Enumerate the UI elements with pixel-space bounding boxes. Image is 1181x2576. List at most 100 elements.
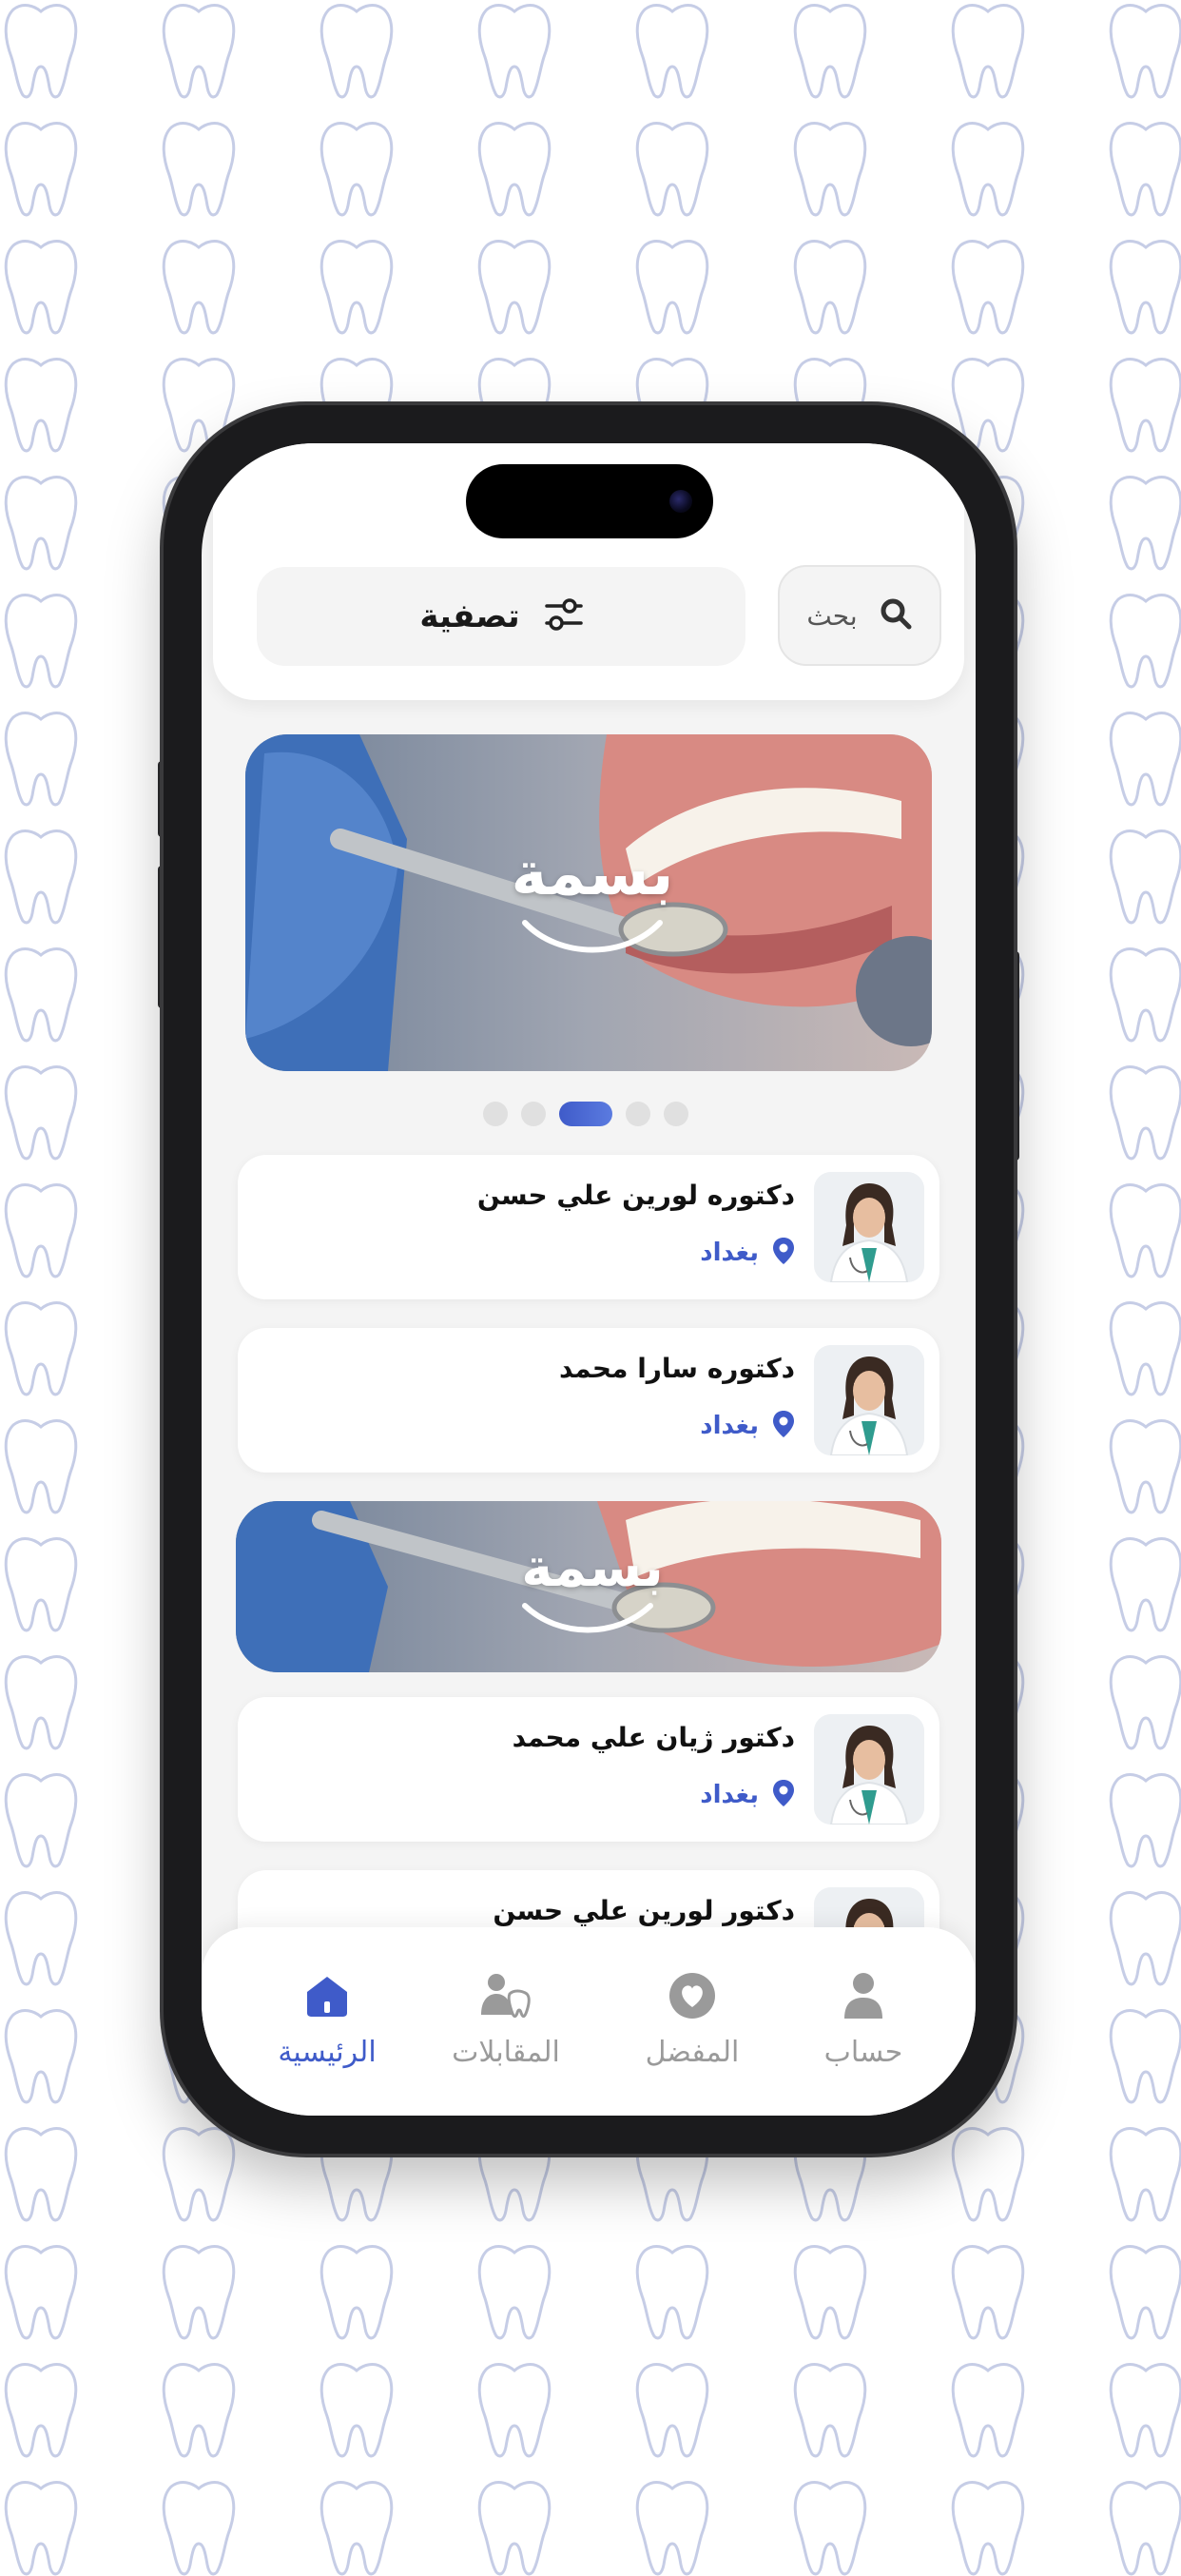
tooth-icon <box>1109 1065 1181 1161</box>
tooth-icon <box>1109 1891 1181 1986</box>
tooth-icon <box>4 122 78 217</box>
doctor-avatar <box>814 1172 924 1282</box>
tooth-icon <box>319 4 394 99</box>
location-pin-icon <box>772 1410 795 1442</box>
app-screen: تصفية بحث بسمة دكتوره لورين علي حسن بغدا… <box>202 443 976 2116</box>
heart-icon <box>616 1969 768 2022</box>
doctor-name: دكتوره سارا محمد <box>558 1353 795 1384</box>
tooth-icon <box>793 122 867 217</box>
tooth-icon <box>477 240 552 335</box>
nav-home[interactable]: الرئيسية <box>251 1969 403 2069</box>
tooth-icon <box>477 2481 552 2576</box>
filter-button[interactable]: تصفية <box>257 567 745 666</box>
tooth-icon <box>4 1183 78 1278</box>
nav-interviews[interactable]: المقابلات <box>430 1969 582 2069</box>
brand-logo: بسمة <box>521 1537 664 1599</box>
dynamic-island <box>466 464 713 538</box>
tooth-icon <box>951 240 1025 335</box>
carousel-dot-active[interactable] <box>559 1102 612 1126</box>
doctor-card[interactable]: دكتوره لورين علي حسن بغداد <box>238 1155 939 1299</box>
carousel-dot[interactable] <box>521 1102 546 1126</box>
tooth-icon <box>4 358 78 453</box>
tooth-icon <box>4 594 78 689</box>
tooth-icon <box>4 947 78 1043</box>
tooth-icon <box>1109 2127 1181 2222</box>
camera-icon <box>669 490 692 513</box>
tooth-icon <box>1109 240 1181 335</box>
smile-logo-mark <box>522 920 663 953</box>
search-icon <box>879 596 913 634</box>
tooth-icon <box>1109 829 1181 925</box>
tooth-icon <box>635 2363 709 2458</box>
doctor-location: بغداد <box>700 1779 795 1811</box>
tooth-icon <box>1109 712 1181 807</box>
tooth-icon <box>793 4 867 99</box>
tooth-icon <box>4 1419 78 1514</box>
doctor-avatar <box>814 1345 924 1455</box>
tooth-icon <box>635 2245 709 2340</box>
promo-banner[interactable]: بسمة <box>245 734 932 1071</box>
tooth-icon <box>4 4 78 99</box>
tooth-icon <box>1109 2245 1181 2340</box>
tooth-icon <box>4 2127 78 2222</box>
doctor-card[interactable]: دكتور ژيان علي محمد بغداد <box>238 1697 939 1842</box>
tooth-icon <box>1109 947 1181 1043</box>
tooth-icon <box>162 2245 236 2340</box>
doctor-location: بغداد <box>700 1410 795 1442</box>
doctor-city: بغداد <box>700 1239 759 1267</box>
tooth-icon <box>1109 358 1181 453</box>
tooth-icon <box>319 2245 394 2340</box>
tooth-icon <box>951 2481 1025 2576</box>
filter-label: تصفية <box>419 597 520 635</box>
tooth-icon <box>4 2363 78 2458</box>
tooth-icon <box>4 1891 78 1986</box>
tooth-icon <box>319 2363 394 2458</box>
nav-favorites-label: المفضل <box>645 2036 740 2069</box>
bottom-navigation: الرئيسية المقابلات المفضل حساب <box>202 1927 976 2116</box>
tooth-icon <box>162 240 236 335</box>
nav-account[interactable]: حساب <box>787 1969 939 2069</box>
tooth-icon <box>1109 1183 1181 1278</box>
doctor-avatar <box>814 1714 924 1825</box>
brand-logo: بسمة <box>511 839 674 909</box>
nav-account-label: حساب <box>823 2036 903 2069</box>
tooth-icon <box>1109 1301 1181 1396</box>
tooth-icon <box>477 2245 552 2340</box>
tooth-icon <box>1109 2363 1181 2458</box>
tooth-icon <box>4 1773 78 1868</box>
promo-banner[interactable]: بسمة <box>236 1501 941 1672</box>
tooth-icon <box>162 2481 236 2576</box>
tooth-icon <box>4 2245 78 2340</box>
tooth-icon <box>1109 1419 1181 1514</box>
tooth-icon <box>1109 2481 1181 2576</box>
tooth-icon <box>319 122 394 217</box>
nav-favorites[interactable]: المفضل <box>616 1969 768 2069</box>
tooth-icon <box>793 2363 867 2458</box>
carousel-dot[interactable] <box>483 1102 508 1126</box>
tooth-icon <box>4 1655 78 1750</box>
tooth-icon <box>477 122 552 217</box>
tooth-icon <box>162 2127 236 2222</box>
smile-logo-mark <box>522 1603 653 1633</box>
tooth-icon <box>951 4 1025 99</box>
tooth-icon <box>1109 1773 1181 1868</box>
doctor-location: بغداد <box>700 1237 795 1269</box>
tooth-icon <box>635 2481 709 2576</box>
tooth-icon <box>4 1065 78 1161</box>
tooth-icon <box>319 240 394 335</box>
search-button[interactable]: بحث <box>778 565 941 666</box>
tooth-icon <box>4 1537 78 1632</box>
tooth-icon <box>951 122 1025 217</box>
tooth-icon <box>4 2009 78 2104</box>
tooth-icon <box>1109 2009 1181 2104</box>
tooth-icon <box>793 240 867 335</box>
tooth-icon <box>635 4 709 99</box>
tooth-icon <box>162 2363 236 2458</box>
doctor-tooth-icon <box>430 1969 582 2022</box>
doctor-city: بغداد <box>700 1412 759 1440</box>
doctor-card[interactable]: دكتوره سارا محمد بغداد <box>238 1328 939 1473</box>
tooth-icon <box>477 4 552 99</box>
tooth-icon <box>319 2481 394 2576</box>
carousel-dot[interactable] <box>664 1102 688 1126</box>
carousel-dot[interactable] <box>626 1102 650 1126</box>
